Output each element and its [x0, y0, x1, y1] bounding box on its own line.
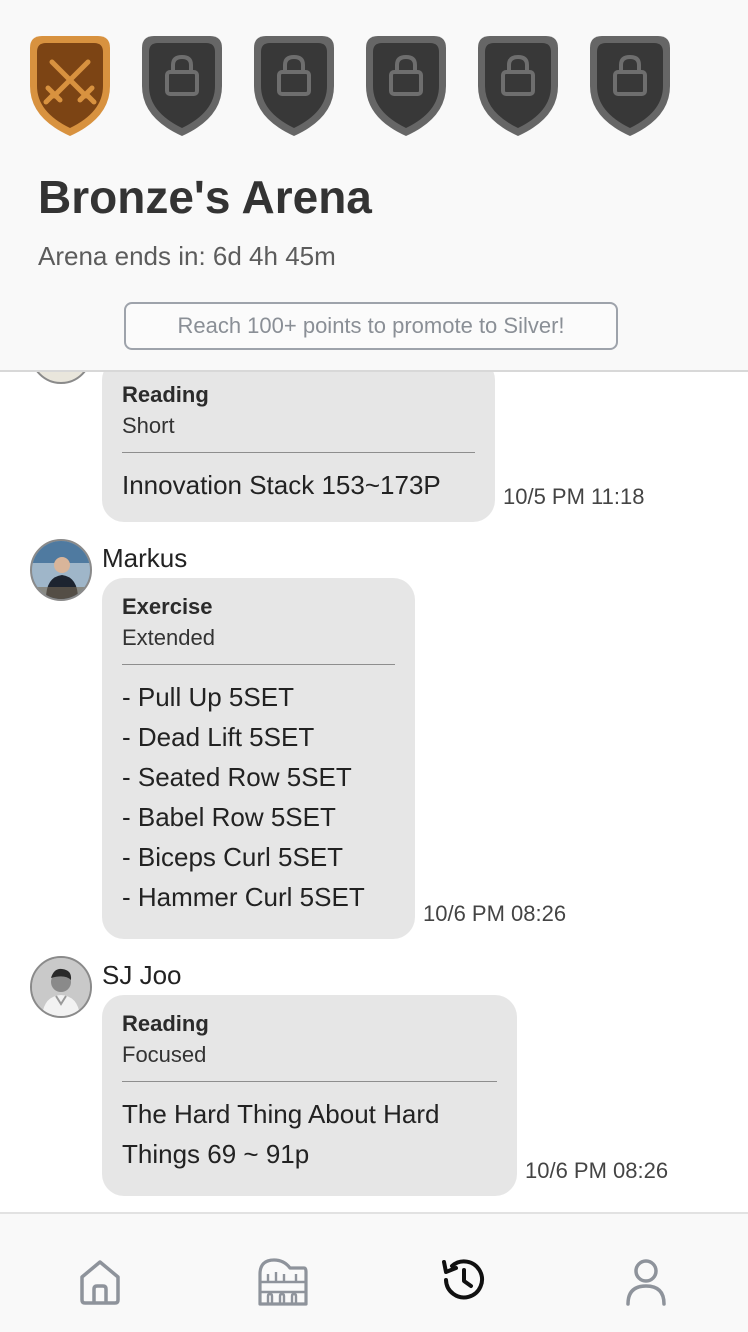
lock-icon — [366, 36, 446, 136]
arena-header: Bronze's Arena Arena ends in: 6d 4h 45m … — [0, 0, 748, 372]
user-photo — [32, 541, 90, 599]
tab-home[interactable] — [72, 1252, 128, 1308]
post-divider — [122, 1081, 497, 1082]
locked-league-badge[interactable] — [358, 30, 454, 142]
bronze-league-badge[interactable] — [22, 30, 118, 142]
post-bubble[interactable]: Reading Short Innovation Stack 153~173P — [102, 358, 495, 522]
avatar[interactable] — [30, 956, 92, 1018]
bottom-tab-bar — [0, 1212, 748, 1332]
post-username[interactable]: SJ Joo — [102, 960, 182, 991]
post-level: Focused — [122, 1042, 207, 1067]
countdown-label: Arena ends in: — [38, 241, 206, 271]
post-timestamp: 10/5 PM 11:18 — [503, 484, 645, 509]
post-divider — [122, 664, 395, 665]
tab-history[interactable] — [436, 1252, 492, 1308]
post-bubble[interactable]: Reading Focused The Hard Thing About Har… — [102, 995, 517, 1196]
user-photo — [32, 958, 90, 1016]
avatar[interactable] — [30, 539, 92, 601]
lock-icon — [478, 36, 558, 136]
countdown-value: 6d 4h 45m — [212, 241, 336, 271]
arena-countdown: Arena ends in: 6d 4h 45m — [38, 241, 336, 272]
lock-icon — [590, 36, 670, 136]
tab-arena[interactable] — [254, 1252, 310, 1308]
post-timestamp: 10/6 PM 08:26 — [525, 1158, 669, 1183]
post-bubble[interactable]: Exercise Extended - Pull Up 5SET - Dead … — [102, 578, 415, 939]
post-category: Reading — [122, 1011, 209, 1036]
post-content: - Pull Up 5SET - Dead Lift 5SET - Seated… — [122, 682, 365, 912]
locked-league-badge[interactable] — [470, 30, 566, 142]
post-level: Short — [122, 413, 175, 438]
post-username[interactable]: Markus — [102, 543, 187, 574]
tab-profile[interactable] — [618, 1252, 674, 1308]
post-category: Exercise — [122, 594, 213, 619]
home-icon — [80, 1260, 120, 1305]
promotion-notice: Reach 100+ points to promote to Silver! — [124, 302, 618, 350]
post-divider — [122, 452, 475, 453]
post-category: Reading — [122, 382, 209, 407]
post-level: Extended — [122, 625, 215, 650]
lock-icon — [142, 36, 222, 136]
post-content: The Hard Thing About Hard Things 69 ~ 91… — [122, 1099, 440, 1169]
post-content: Innovation Stack 153~173P — [122, 470, 441, 500]
profile-icon — [626, 1259, 666, 1306]
arena-title: Bronze's Arena — [38, 171, 372, 223]
locked-league-badge[interactable] — [246, 30, 342, 142]
history-icon — [442, 1259, 484, 1300]
colosseum-icon — [258, 1258, 308, 1306]
crossed-swords-icon — [30, 36, 110, 136]
locked-league-badge[interactable] — [134, 30, 230, 142]
lock-icon — [254, 36, 334, 136]
locked-league-badge[interactable] — [582, 30, 678, 142]
post-timestamp: 10/6 PM 08:26 — [423, 901, 567, 926]
